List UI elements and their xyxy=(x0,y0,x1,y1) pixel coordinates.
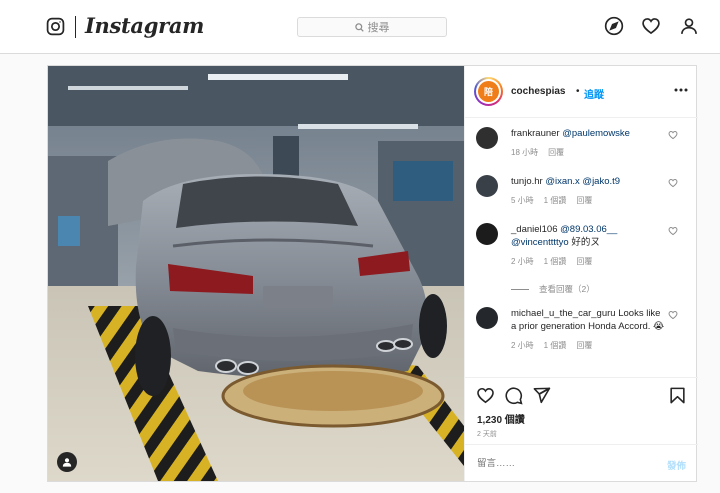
post-card: 陪 cochespias • 追蹤 frankrauner @paulemows… xyxy=(47,65,698,482)
post-photo[interactable] xyxy=(48,66,464,481)
comment-time[interactable]: 18 小時 xyxy=(511,146,538,159)
post-comment-button[interactable]: 發佈 xyxy=(667,458,686,472)
like-comment-heart-icon[interactable] xyxy=(668,130,678,140)
follow-button[interactable]: 追蹤 xyxy=(584,86,604,101)
more-options-icon[interactable] xyxy=(674,84,688,96)
comment-meta: 2 小時 1 個讚 回覆 xyxy=(511,255,666,268)
view-replies-label: 查看回覆（2） xyxy=(539,284,595,294)
comment-meta: 18 小時 回覆 xyxy=(511,146,666,159)
logo-divider xyxy=(75,16,76,38)
post-timestamp[interactable]: 2 天前 xyxy=(477,429,497,439)
post-actions: 1,230 個讚 2 天前 xyxy=(465,377,698,444)
likes-count[interactable]: 1,230 個讚 xyxy=(477,411,525,426)
explore-compass-icon[interactable] xyxy=(604,16,624,36)
comment-bubble-icon[interactable] xyxy=(504,386,523,405)
top-nav-bar: Instagram 搜尋 xyxy=(0,0,720,54)
search-bar[interactable]: 搜尋 xyxy=(297,17,447,37)
comment-body: _daniel106 @89.03.06__ @vincenttttyo 好的ㄡ… xyxy=(511,223,666,268)
profile-icon[interactable] xyxy=(679,16,699,36)
reply-button[interactable]: 回覆 xyxy=(576,339,592,352)
reply-button[interactable]: 回覆 xyxy=(548,146,564,159)
view-replies-link[interactable]: 查看回覆（2） xyxy=(511,283,595,295)
like-comment-heart-icon[interactable] xyxy=(668,178,678,188)
post-sidebar: 陪 cochespias • 追蹤 frankrauner @paulemows… xyxy=(464,66,698,481)
comment-time[interactable]: 2 小時 xyxy=(511,339,534,352)
activity-heart-icon[interactable] xyxy=(641,16,661,36)
share-send-icon[interactable] xyxy=(532,386,551,405)
comments-list: frankrauner @paulemowske 18 小時 回覆 tunjo.… xyxy=(465,119,698,377)
comment-mentions[interactable]: @ixan.x @jako.t9 xyxy=(545,176,620,187)
comment-likes[interactable]: 1 個讚 xyxy=(544,339,567,352)
comment-time[interactable]: 5 小時 xyxy=(511,194,534,207)
author-avatar[interactable]: 陪 xyxy=(474,77,503,106)
commenter-username[interactable]: frankrauner xyxy=(511,128,560,139)
commenter-username[interactable]: michael_u_the_car_guru xyxy=(511,308,616,319)
like-heart-icon[interactable] xyxy=(476,386,495,405)
header-separator: • xyxy=(576,86,580,97)
comment-meta: 2 小時 1 個讚 回覆 xyxy=(511,339,666,352)
comment-likes[interactable]: 1 個讚 xyxy=(544,194,567,207)
comment-time[interactable]: 2 小時 xyxy=(511,255,534,268)
commenter-username[interactable]: _daniel106 xyxy=(511,224,558,235)
reply-button[interactable]: 回覆 xyxy=(576,255,592,268)
replies-divider xyxy=(511,288,529,290)
comment-text: 好的ㄡ xyxy=(571,237,600,248)
like-comment-heart-icon[interactable] xyxy=(668,226,678,236)
author-username[interactable]: cochespias xyxy=(511,86,565,97)
like-comment-heart-icon[interactable] xyxy=(668,310,678,320)
search-icon xyxy=(354,22,364,32)
comment-input[interactable] xyxy=(477,458,627,469)
comment-body: michael_u_the_car_guru Looks like a prio… xyxy=(511,307,666,352)
save-bookmark-icon[interactable] xyxy=(668,386,687,405)
commenter-username[interactable]: tunjo.hr xyxy=(511,176,543,187)
car-photo-illustration xyxy=(48,66,464,481)
search-placeholder: 搜尋 xyxy=(367,22,390,34)
commenter-avatar[interactable] xyxy=(476,127,498,149)
tagged-user-icon[interactable] xyxy=(57,452,77,472)
comment-composer: 發佈 xyxy=(465,444,698,481)
comment-body: tunjo.hr @ixan.x @jako.t9 5 小時 1 個讚 回覆 xyxy=(511,175,666,207)
commenter-avatar[interactable] xyxy=(476,223,498,245)
commenter-avatar[interactable] xyxy=(476,307,498,329)
instagram-logo-icon[interactable] xyxy=(46,17,65,36)
reply-button[interactable]: 回覆 xyxy=(576,194,592,207)
comment-meta: 5 小時 1 個讚 回覆 xyxy=(511,194,666,207)
comment-likes[interactable]: 1 個讚 xyxy=(544,255,567,268)
instagram-wordmark[interactable]: Instagram xyxy=(85,13,204,38)
commenter-avatar[interactable] xyxy=(476,175,498,197)
post-header: 陪 cochespias • 追蹤 xyxy=(465,66,698,118)
comment-mentions[interactable]: @paulemowske xyxy=(562,128,630,139)
comment-body: frankrauner @paulemowske 18 小時 回覆 xyxy=(511,127,666,159)
